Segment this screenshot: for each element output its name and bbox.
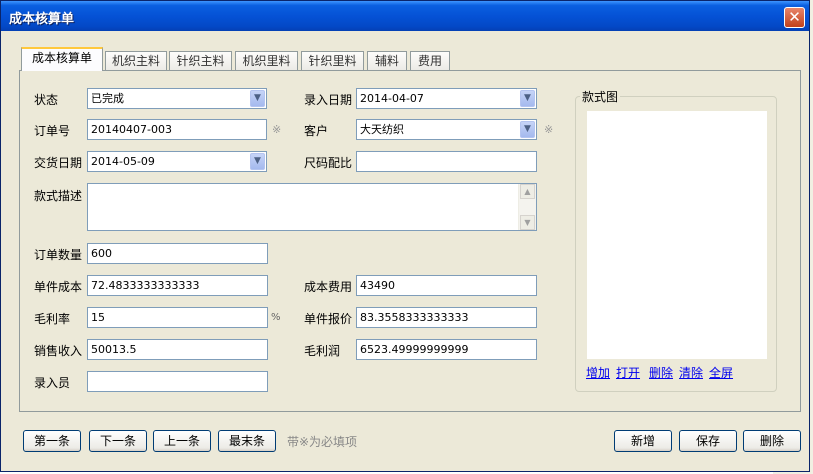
add-image-link[interactable]: 增加 [586, 364, 610, 381]
unit-quote-label: 单件报价 [304, 312, 353, 326]
window-title: 成本核算单 [9, 12, 75, 27]
tab-woven-main[interactable]: 机织主料 [105, 51, 167, 70]
unit-cost-label: 单件成本 [34, 280, 83, 294]
tab-expenses[interactable]: 费用 [410, 51, 450, 70]
cost-accounting-dialog: 成本核算单 ✕ 成本核算单 机织主料 针织主料 机织里料 针织里料 辅料 费用 … [0, 0, 810, 472]
entry-date-value: 2014-04-07 [360, 92, 424, 105]
close-button[interactable]: ✕ [784, 7, 805, 28]
tab-accessories[interactable]: 辅料 [367, 51, 407, 70]
customer-label: 客户 [304, 124, 329, 138]
size-ratio-label: 尺码配比 [304, 156, 353, 170]
chevron-down-icon[interactable]: ▼ [250, 90, 265, 107]
entered-by-input[interactable] [87, 371, 268, 392]
open-image-link[interactable]: 打开 [616, 364, 640, 381]
delivery-date-picker[interactable]: 2014-05-09 ▼ [87, 151, 267, 172]
prev-record-button[interactable]: 上一条 [153, 430, 211, 452]
order-no-input[interactable]: 20140407-003 [87, 119, 267, 140]
status-select[interactable]: 已完成 ▼ [87, 88, 267, 109]
required-hint: 带※为必填项 [287, 435, 358, 449]
margin-rate-input[interactable]: 15 [87, 307, 268, 328]
chevron-down-icon[interactable]: ▼ [520, 121, 535, 138]
delete-button[interactable]: 删除 [743, 430, 801, 452]
status-value: 已完成 [91, 92, 124, 105]
tab-knit-lining[interactable]: 针织里料 [301, 51, 364, 70]
new-button[interactable]: 新增 [614, 430, 672, 452]
clear-image-link[interactable]: 清除 [679, 364, 703, 381]
order-qty-input[interactable]: 600 [87, 243, 268, 264]
chevron-down-icon[interactable]: ▼ [520, 90, 535, 107]
tab-knit-main[interactable]: 针织主料 [169, 51, 232, 70]
percent-sign: % [271, 312, 281, 323]
sales-revenue-label: 销售收入 [34, 344, 83, 358]
margin-rate-label: 毛利率 [34, 312, 71, 326]
order-qty-label: 订单数量 [34, 248, 83, 262]
vertical-scrollbar[interactable]: ▲ ▼ [518, 184, 536, 230]
chevron-down-icon[interactable]: ▼ [250, 153, 265, 170]
order-no-label: 订单号 [34, 124, 71, 138]
style-desc-textarea[interactable]: ▲ ▼ [87, 183, 537, 231]
status-label: 状态 [34, 93, 59, 107]
gross-profit-input[interactable]: 6523.49999999999 [356, 339, 537, 360]
required-marker: ※ [544, 123, 554, 136]
first-record-button[interactable]: 第一条 [23, 430, 81, 452]
entered-by-label: 录入员 [34, 376, 71, 390]
next-record-button[interactable]: 下一条 [89, 430, 147, 452]
entry-date-label: 录入日期 [304, 93, 353, 107]
cost-fee-label: 成本费用 [304, 280, 353, 294]
style-image-title: 款式图 [580, 88, 621, 105]
save-button[interactable]: 保存 [679, 430, 737, 452]
size-ratio-input[interactable] [356, 151, 537, 172]
style-image-preview[interactable] [587, 111, 767, 359]
entry-date-picker[interactable]: 2014-04-07 ▼ [356, 88, 537, 109]
customer-select[interactable]: 大天纺织 ▼ [356, 119, 537, 140]
required-marker: ※ [272, 123, 282, 136]
tab-woven-lining[interactable]: 机织里料 [235, 51, 298, 70]
tab-cost-sheet[interactable]: 成本核算单 [21, 47, 103, 71]
customer-value: 大天纺织 [360, 123, 404, 136]
sales-revenue-input[interactable]: 50013.5 [87, 339, 268, 360]
last-record-button[interactable]: 最末条 [218, 430, 276, 452]
unit-quote-input[interactable]: 83.3558333333333 [356, 307, 537, 328]
unit-cost-input[interactable]: 72.4833333333333 [87, 275, 268, 296]
delete-image-link[interactable]: 删除 [649, 364, 673, 381]
delivery-date-label: 交货日期 [34, 156, 83, 170]
scroll-up-icon[interactable]: ▲ [520, 184, 535, 199]
fullscreen-image-link[interactable]: 全屏 [709, 364, 733, 381]
scroll-down-icon[interactable]: ▼ [520, 215, 535, 230]
style-desc-label: 款式描述 [34, 189, 83, 203]
cost-fee-input[interactable]: 43490 [356, 275, 537, 296]
title-bar: 成本核算单 ✕ [1, 1, 809, 31]
delivery-date-value: 2014-05-09 [91, 155, 155, 168]
gross-profit-label: 毛利润 [304, 344, 341, 358]
